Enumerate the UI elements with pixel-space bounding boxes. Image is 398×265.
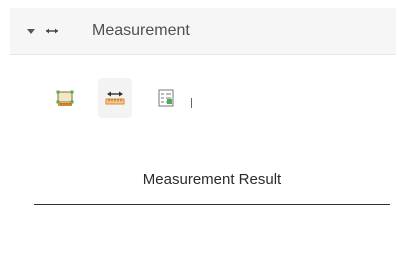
measurement-result-heading: Measurement Result [142,171,282,188]
area-measure-icon [56,90,74,106]
measurement-panel: Measurement Measurement Result [10,8,396,258]
panel-title: Measurement [92,22,190,39]
caret-down-icon[interactable] [26,26,36,36]
distance-measure-icon [105,91,125,105]
area-measure-button[interactable] [48,78,82,118]
distance-measure-button[interactable] [98,78,132,118]
location-measure-button[interactable] [149,78,183,118]
location-measure-icon [158,89,174,107]
panel-header[interactable]: Measurement [10,8,396,55]
toolbar-separator [191,98,192,108]
distance-measure-icon [46,28,58,34]
result-divider [34,204,390,205]
